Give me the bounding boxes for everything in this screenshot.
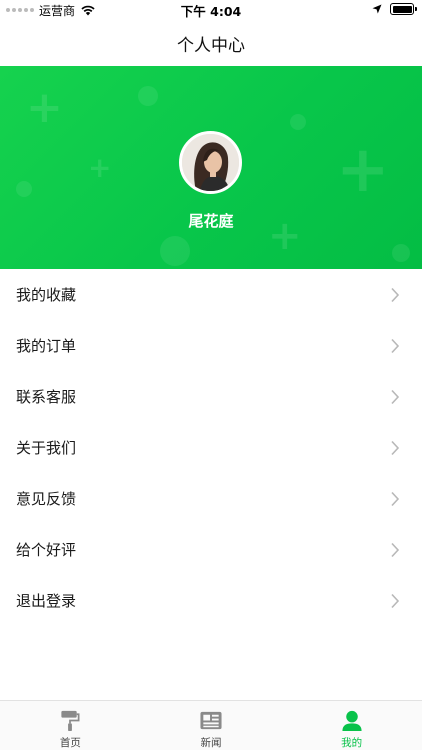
battery-icon [390,3,417,15]
wifi-icon [81,5,95,15]
newspaper-icon [200,711,222,730]
bubble-decoration [392,244,410,262]
bubble-decoration [160,236,190,266]
carrier-name: 运营商 [39,3,76,18]
bubble-decoration [290,114,306,130]
chevron-right-icon [391,440,400,455]
menu-item-label: 关于我们 [16,439,77,457]
menu-item-favorites[interactable]: 我的收藏 [0,269,422,320]
menu-item-label: 意见反馈 [16,490,77,508]
tab-label: 首页 [59,737,81,749]
menu-item-rate-app[interactable]: 给个好评 [0,524,422,575]
status-bar: 运营商 下午 4:04 [0,0,422,20]
menu-item-label: 我的订单 [16,337,77,355]
menu-item-logout[interactable]: 退出登录 [0,575,422,626]
menu-item-orders[interactable]: 我的订单 [0,320,422,371]
menu-item-customer-service[interactable]: 联系客服 [0,371,422,422]
tab-label: 我的 [341,737,363,749]
user-icon [342,710,362,732]
chevron-right-icon [391,542,400,557]
tab-label: 新闻 [200,737,222,749]
bubble-decoration [138,86,158,106]
plus-decoration-icon: + [26,82,63,133]
plus-decoration-icon: + [336,133,390,207]
menu-item-label: 我的收藏 [16,286,77,304]
chevron-right-icon [391,593,400,608]
chevron-right-icon [391,491,400,506]
bubble-decoration [16,181,32,197]
menu-item-about-us[interactable]: 关于我们 [0,422,422,473]
menu-item-label: 联系客服 [16,388,77,406]
settings-menu: 我的收藏 我的订单 联系客服 关于我们 意见反馈 给个好评 退出登录 [0,269,422,626]
tab-profile[interactable]: 我的 [281,701,422,750]
signal-strength-icon [6,8,34,12]
menu-item-label: 退出登录 [16,592,77,610]
location-arrow-icon [372,4,382,14]
tab-home[interactable]: 首页 [0,701,141,750]
avatar[interactable] [179,131,242,194]
tab-news[interactable]: 新闻 [141,701,282,750]
chevron-right-icon [391,389,400,404]
chevron-right-icon [391,338,400,353]
username: 尾花庭 [188,212,234,230]
paint-roller-icon [61,710,80,732]
menu-item-label: 给个好评 [16,541,77,559]
menu-item-feedback[interactable]: 意见反馈 [0,473,422,524]
profile-header: + + + + 尾花庭 [0,66,422,269]
page-title: 个人中心 [177,35,245,56]
chevron-right-icon [391,287,400,302]
avatar-photo [182,134,239,191]
tab-bar: 首页 新闻 我的 [0,700,422,750]
navigation-bar: 个人中心 [0,20,422,66]
plus-decoration-icon: + [88,151,112,184]
